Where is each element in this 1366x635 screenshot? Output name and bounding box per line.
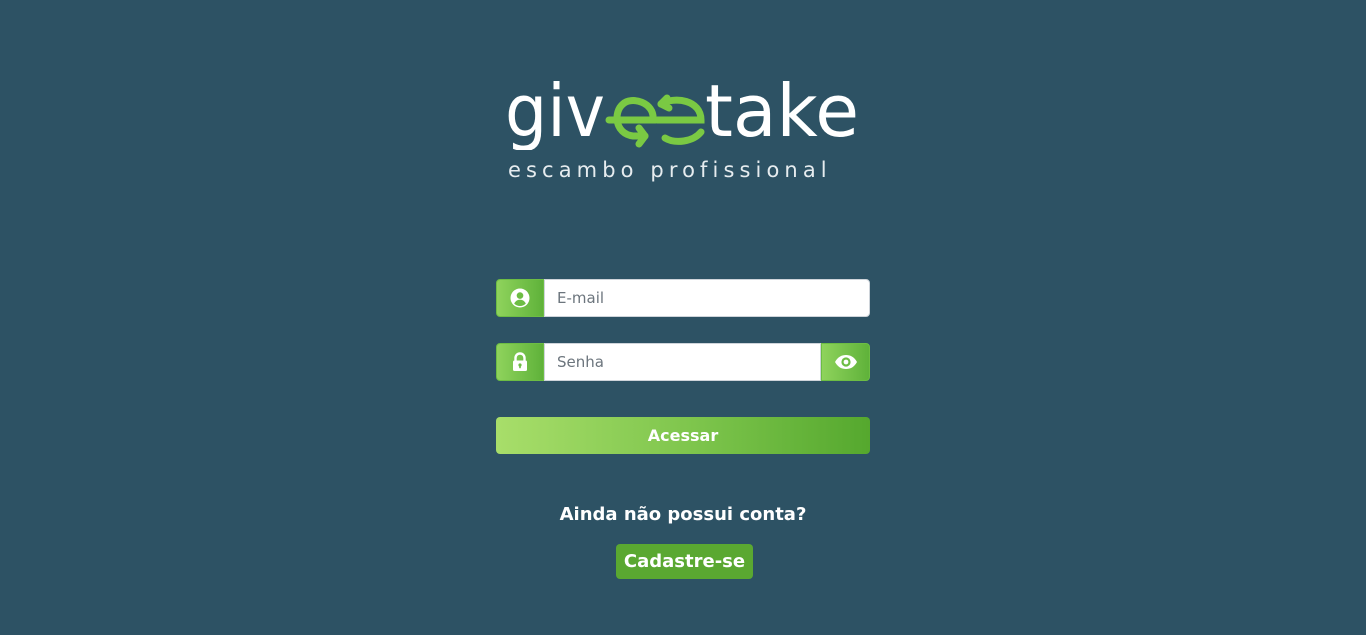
toggle-password-button[interactable]	[821, 343, 870, 381]
exchange-arrows-icon	[605, 94, 705, 148]
signup-button[interactable]: Cadastre-se	[616, 544, 753, 579]
password-field[interactable]	[544, 343, 821, 381]
email-field[interactable]	[544, 279, 870, 317]
brand-tagline: escambo profissional	[508, 158, 832, 182]
signup-question: Ainda não possui conta?	[559, 504, 807, 525]
user-circle-icon	[496, 279, 544, 317]
logo-wordmark: giv take	[505, 78, 859, 150]
eye-icon	[834, 355, 857, 369]
password-input-group	[496, 343, 870, 381]
lock-icon	[496, 343, 544, 381]
email-input-group	[496, 279, 870, 317]
login-button[interactable]: Acessar	[496, 417, 870, 454]
login-page: giv take escambo profissional E-mail Ace…	[0, 0, 1366, 635]
logo-text-take: take	[705, 78, 859, 150]
logo-text-give: giv	[505, 78, 605, 150]
